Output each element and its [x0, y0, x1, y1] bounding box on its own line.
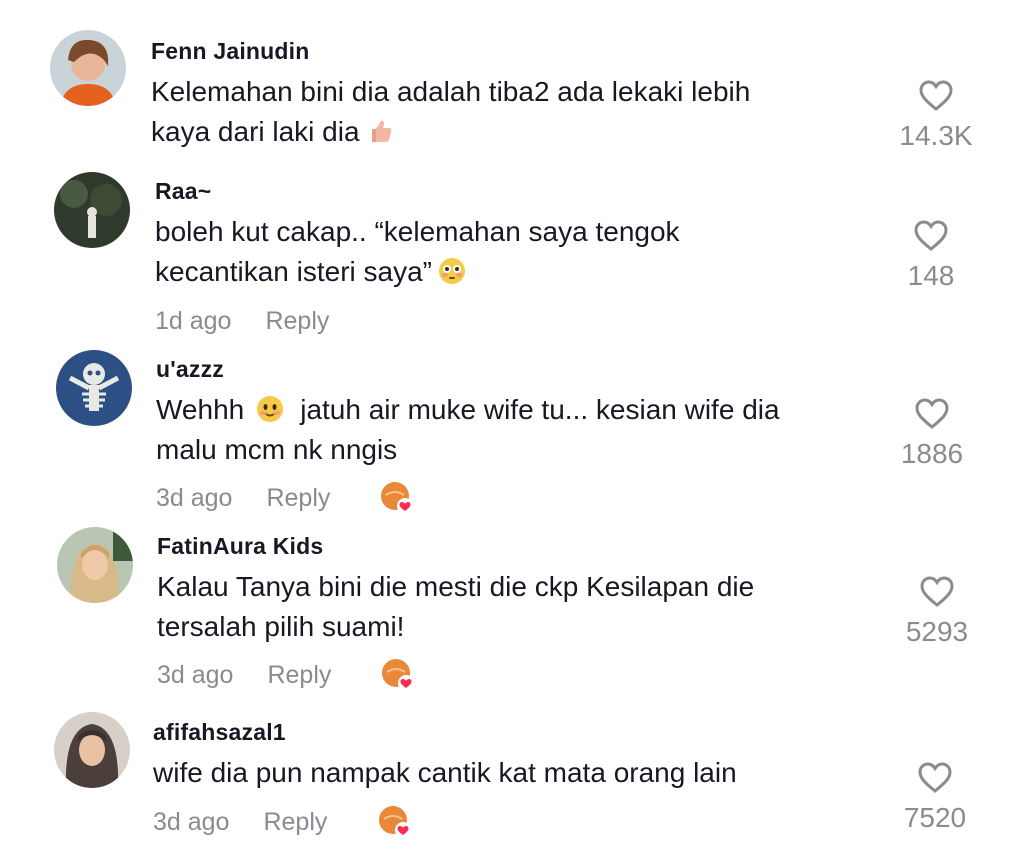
like-count: 5293 [905, 616, 969, 647]
comment-text-line: jatuh air muke wife tu... kesian wife di… [300, 394, 780, 425]
heart-outline-icon [919, 80, 953, 111]
like-count: 14.3K [899, 120, 973, 151]
avatar[interactable] [57, 527, 133, 603]
thumbs-up-emoji-icon [366, 116, 394, 144]
heart-outline-icon [920, 576, 954, 607]
comment-text-line: tersalah pilih suami! [157, 611, 405, 642]
smiling-face-emoji-icon [256, 394, 284, 422]
avatar[interactable] [50, 30, 126, 106]
comment-text: boleh kut cakap.. “kelemahan saya tengok… [155, 212, 855, 292]
reply-button[interactable]: Reply [266, 484, 330, 512]
comment-meta: 1d ago Reply [155, 307, 329, 336]
comment-text: Wehhh jatuh air muke wife tu... kesian wi… [156, 390, 856, 470]
username[interactable]: afifahsazal1 [153, 719, 286, 746]
reply-button[interactable]: Reply [263, 808, 327, 836]
avatar[interactable] [54, 712, 130, 788]
comment-text-line: wife dia pun nampak cantik kat mata oran… [153, 757, 737, 788]
comment-text-line: Kalau Tanya bini die mesti die ckp Kesil… [157, 571, 755, 602]
username[interactable]: u'azzz [156, 356, 224, 383]
like-count: 7520 [903, 802, 967, 833]
comment-time: 3d ago [156, 484, 233, 512]
comment-text-line: boleh kut cakap.. “kelemahan saya tengok [155, 216, 680, 247]
heart-outline-icon [918, 762, 952, 793]
comment-text: wife dia pun nampak cantik kat mata oran… [153, 753, 853, 793]
username[interactable]: Raa~ [155, 178, 211, 205]
reply-button[interactable]: Reply [267, 661, 331, 689]
like-count: 148 [907, 260, 955, 291]
comment-meta: 3d ago Reply [153, 808, 327, 837]
heart-outline-icon [915, 398, 949, 429]
username[interactable]: FatinAura Kids [157, 533, 323, 560]
comment-text-line: kecantikan isteri saya” [155, 256, 433, 287]
reply-button[interactable]: Reply [265, 307, 329, 335]
creator-liked-badge-icon [378, 805, 412, 839]
comment-time: 1d ago [155, 307, 232, 335]
like-button[interactable]: 14.3K [886, 80, 986, 152]
comment-meta: 3d ago Reply [156, 484, 330, 513]
comment-text-line: Kelemahan bini dia adalah tiba2 ada leka… [151, 76, 751, 107]
like-count: 1886 [900, 438, 964, 469]
creator-liked-badge-icon [381, 658, 415, 692]
comment-time: 3d ago [157, 661, 234, 689]
comment-meta: 3d ago Reply [157, 661, 331, 690]
heart-outline-icon [914, 220, 948, 251]
like-button[interactable]: 148 [881, 220, 981, 292]
creator-liked-badge-icon [380, 481, 414, 515]
like-button[interactable]: 1886 [882, 398, 982, 470]
comment-text-line: malu mcm nk nngis [156, 434, 398, 465]
flushed-face-emoji-icon [438, 256, 466, 284]
comment-text: Kalau Tanya bini die mesti die ckp Kesil… [157, 567, 857, 647]
avatar[interactable] [54, 172, 130, 248]
like-button[interactable]: 5293 [887, 576, 987, 648]
username[interactable]: Fenn Jainudin [151, 38, 310, 65]
comment-text-line: Wehhh [156, 394, 245, 425]
comment-time: 3d ago [153, 808, 230, 836]
comment-text-line: kaya dari laki dia [151, 116, 360, 147]
avatar[interactable] [56, 350, 132, 426]
comment-text: Kelemahan bini dia adalah tiba2 ada leka… [151, 72, 851, 152]
like-button[interactable]: 7520 [885, 762, 985, 834]
